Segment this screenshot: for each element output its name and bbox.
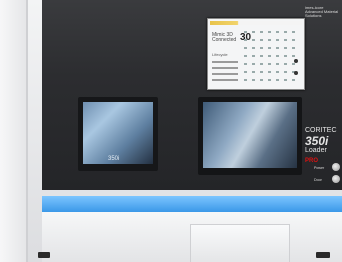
screen-row xyxy=(244,39,296,41)
right-viewing-window xyxy=(198,97,302,175)
screen-number: 30 xyxy=(240,32,252,43)
right-window-glass xyxy=(203,102,297,168)
screen-row xyxy=(244,63,296,65)
door-button xyxy=(332,175,340,183)
screen-left-line xyxy=(212,79,238,81)
screen-row xyxy=(244,55,296,57)
screen-row xyxy=(244,79,296,81)
screen-row xyxy=(244,31,296,33)
blue-accent-strip xyxy=(42,196,342,212)
window-model-label: 350i xyxy=(108,156,120,162)
brand-tagline: Advanced Material Solutions xyxy=(305,9,339,18)
screen-left-line xyxy=(212,61,238,63)
screen-left-line xyxy=(212,67,238,69)
model-line-2: 350i xyxy=(305,134,329,148)
screen-label: Lifecycle xyxy=(212,52,228,57)
left-window-glass xyxy=(83,102,153,164)
milling-machine-photo: imes-icore Advanced Material Solutions M… xyxy=(0,0,342,262)
brand-logo: imes-icore Advanced Material Solutions xyxy=(305,6,342,18)
machine-foot xyxy=(316,252,330,258)
screen-row xyxy=(244,47,296,49)
screen-toolbar xyxy=(210,21,302,25)
machine-foot xyxy=(38,252,50,258)
screen-title-small: Mimic 3D Connected xyxy=(212,32,237,43)
screen-row xyxy=(244,71,296,73)
model-branding: CORITEC 350i Loader PRO xyxy=(305,126,337,166)
status-dot xyxy=(294,71,298,75)
screen-left-line xyxy=(212,73,238,75)
background-left xyxy=(0,0,28,262)
model-line-3: Loader xyxy=(305,147,327,154)
status-dot xyxy=(294,59,298,63)
touch-screen-display: Mimic 3D Connected 30 Lifecycle xyxy=(207,18,305,90)
power-button xyxy=(332,163,340,171)
control-buttons: Power Door xyxy=(304,162,342,190)
door-label: Door xyxy=(314,178,322,182)
power-label: Power xyxy=(314,166,325,170)
cabinet-door xyxy=(190,224,290,262)
